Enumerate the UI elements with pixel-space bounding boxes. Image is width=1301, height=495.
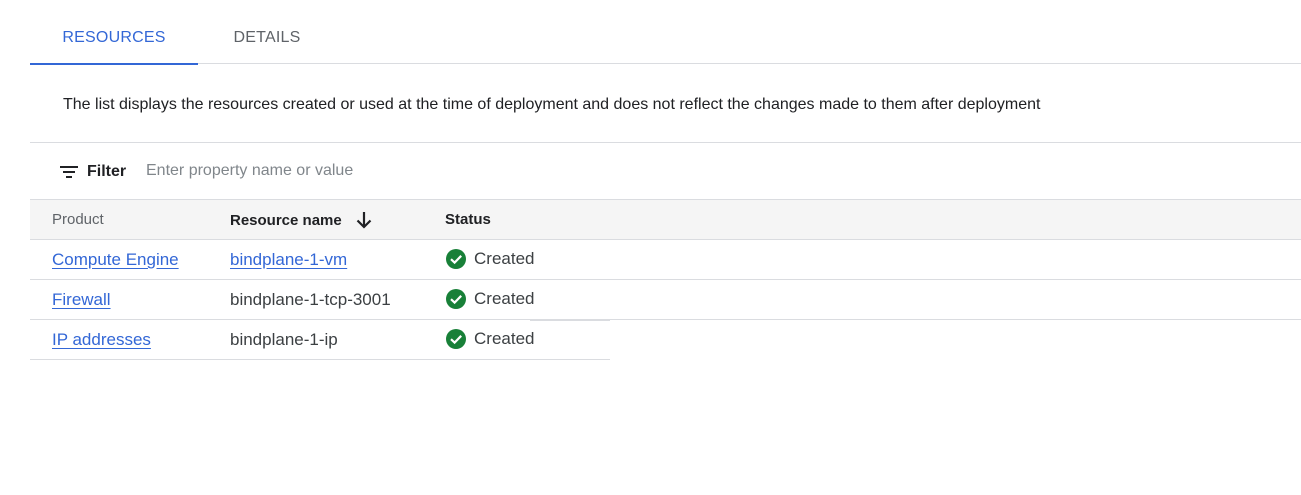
check-circle-icon — [446, 289, 466, 309]
filter-label: Filter — [87, 163, 127, 180]
check-circle-icon — [446, 329, 466, 349]
tab-resources[interactable]: RESOURCES — [30, 0, 198, 65]
tab-resources-label: RESOURCES — [62, 29, 166, 46]
table-row: IP addresses bindplane-1-ip Created — [30, 320, 610, 360]
check-circle-icon — [446, 249, 466, 269]
resource-name: bindplane-1-ip — [230, 330, 338, 349]
active-tab-indicator — [30, 63, 198, 65]
filter-button[interactable]: Filter — [60, 160, 126, 184]
column-header-resource-name[interactable]: Resource name — [230, 211, 372, 229]
resource-name: bindplane-1-tcp-3001 — [230, 290, 391, 309]
arrow-down-icon[interactable] — [356, 211, 372, 229]
tab-bar: RESOURCES DETAILS — [30, 0, 1301, 65]
table-row: Firewall bindplane-1-tcp-3001 Created — [30, 280, 1301, 320]
tab-details[interactable]: DETAILS — [198, 0, 336, 64]
resource-name-link[interactable]: bindplane-1-vm — [230, 250, 347, 270]
column-header-product: Product — [52, 211, 104, 228]
product-link[interactable]: IP addresses — [52, 330, 151, 350]
column-header-status: Status — [445, 211, 491, 228]
filter-list-icon — [60, 165, 78, 179]
status-cell: Created — [445, 248, 534, 270]
table-header: Product Resource name Status — [30, 199, 1301, 240]
product-link[interactable]: Compute Engine — [52, 250, 179, 270]
product-link[interactable]: Firewall — [52, 290, 111, 310]
tab-details-label: DETAILS — [233, 29, 301, 46]
filter-bar: Filter — [30, 143, 1301, 199]
status-text: Created — [474, 289, 535, 308]
status-text: Created — [474, 329, 535, 348]
filter-input[interactable] — [146, 159, 746, 183]
status-cell: Created — [445, 288, 534, 310]
status-cell: Created — [445, 328, 534, 350]
status-text: Created — [474, 249, 535, 268]
table-row: Compute Engine bindplane-1-vm Created — [30, 240, 1301, 280]
column-header-resource-label: Resource name — [230, 211, 342, 229]
deployment-notice: The list displays the resources created … — [63, 96, 1041, 113]
